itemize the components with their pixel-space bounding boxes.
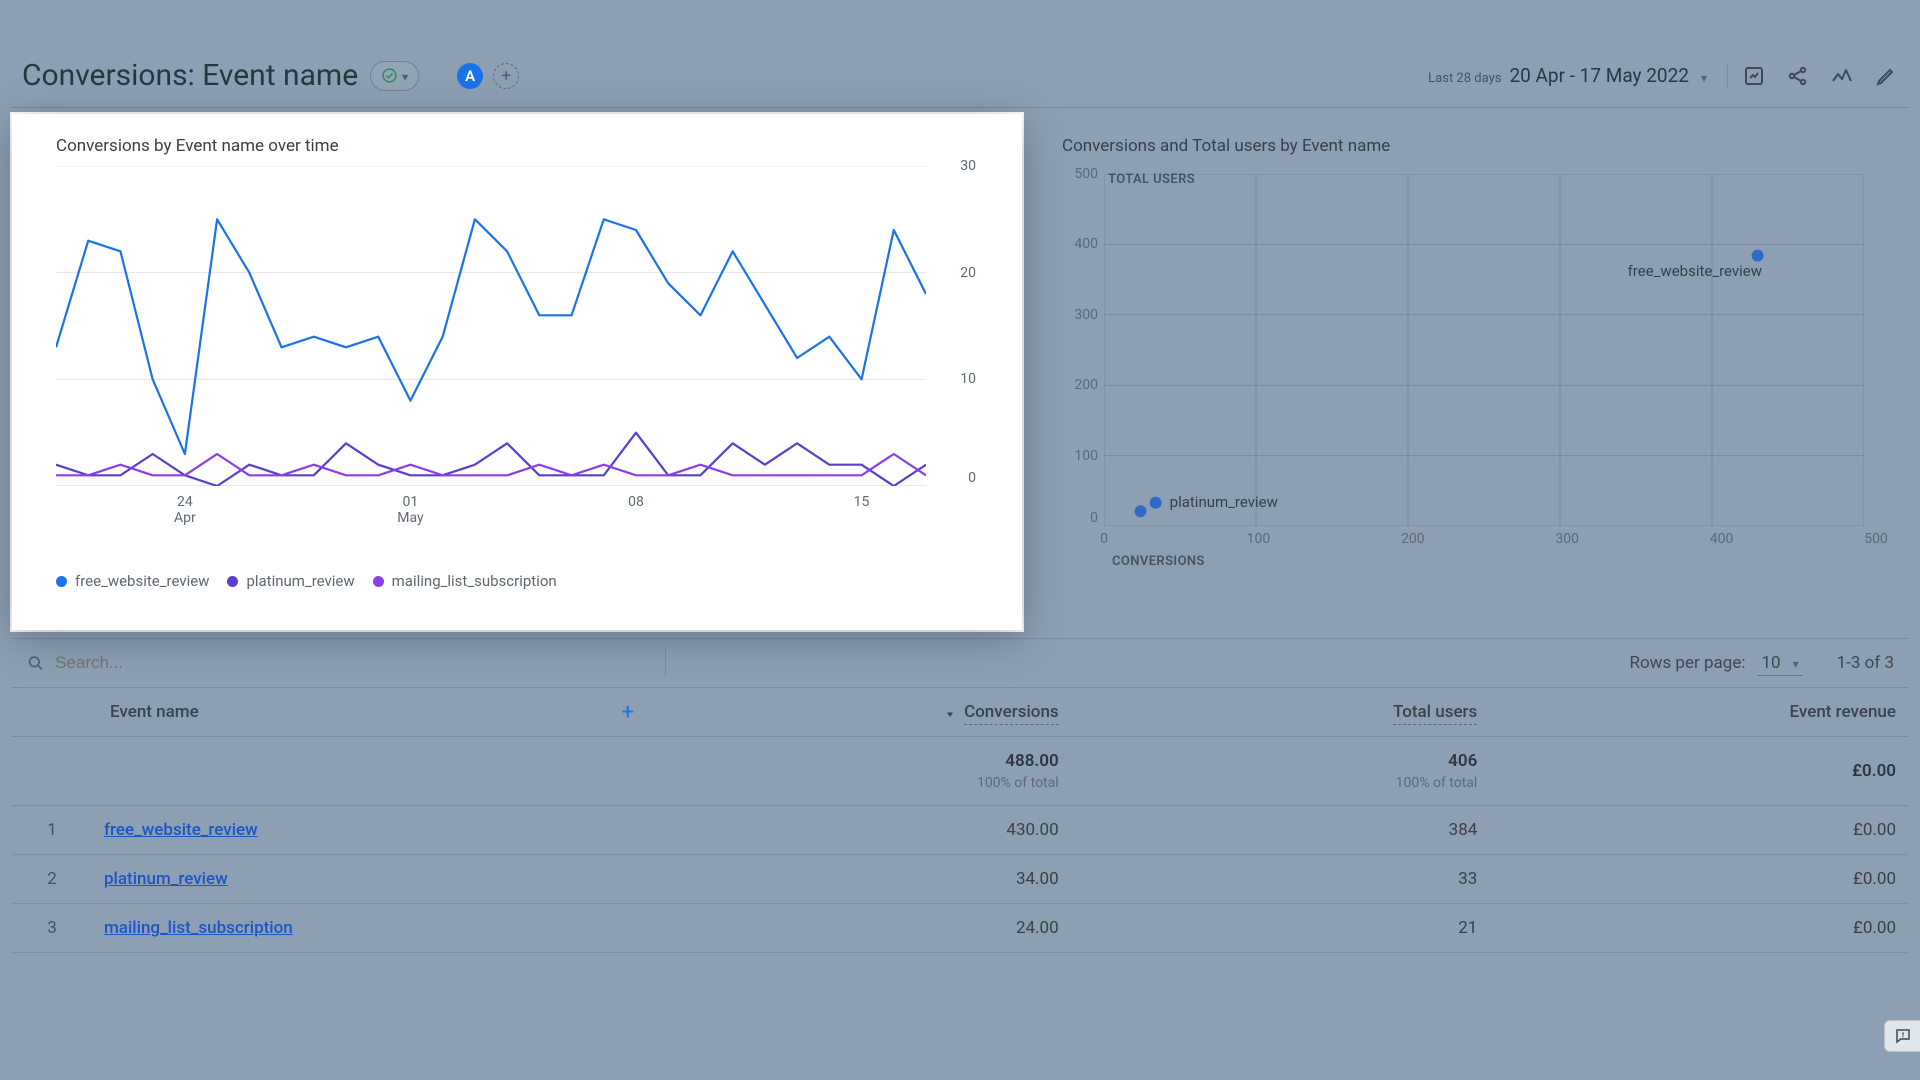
- legend-dot-icon: [373, 576, 384, 587]
- line-chart-plot: [56, 166, 926, 486]
- sort-down-icon: [944, 707, 956, 719]
- scatter-chart-panel: Conversions and Total users by Event nam…: [1022, 114, 1908, 630]
- feedback-icon: [1894, 1027, 1912, 1045]
- legend-item[interactable]: platinum_review: [227, 572, 354, 590]
- report-title: Conversions: Event name: [22, 58, 358, 93]
- cell-conversions: 24.00: [652, 904, 1071, 953]
- event-link[interactable]: free_website_review: [104, 820, 258, 840]
- scatter-point-label: platinum_review: [1170, 493, 1278, 511]
- scatter-x-title: CONVERSIONS: [1112, 554, 1205, 569]
- report-header: Conversions: Event name A + Last 28 days…: [12, 48, 1908, 108]
- row-index: 1: [12, 806, 92, 855]
- table-search[interactable]: [26, 649, 666, 677]
- table-row[interactable]: 3 mailing_list_subscription 24.0021£0.00: [12, 904, 1908, 953]
- cell-conversions: 430.00: [652, 806, 1071, 855]
- cell-users: 33: [1071, 855, 1490, 904]
- cell-revenue: £0.00: [1489, 806, 1908, 855]
- column-header-revenue[interactable]: Event revenue: [1489, 688, 1908, 737]
- cell-conversions: 34.00: [652, 855, 1071, 904]
- rows-per-page-label: Rows per page:: [1630, 653, 1746, 673]
- data-table: Event name + Conversions Total users Eve…: [12, 688, 1908, 953]
- column-header-conversions[interactable]: Conversions: [652, 688, 1071, 737]
- scatter-y-axis: 500400300 2001000: [1062, 174, 1102, 526]
- totals-row: 488.00100% of total 406100% of total £0.…: [12, 737, 1908, 806]
- line-chart-y-axis: 30 20 10 0: [940, 166, 976, 486]
- legend-item[interactable]: free_website_review: [56, 572, 209, 590]
- legend-label: mailing_list_subscription: [392, 572, 557, 590]
- line-chart-title: Conversions by Event name over time: [56, 136, 990, 156]
- check-circle-icon: [381, 67, 398, 84]
- filter-status-chip[interactable]: [370, 61, 419, 91]
- date-range-prefix: Last 28 days: [1428, 71, 1501, 86]
- legend-dot-icon: [227, 576, 238, 587]
- rows-per-page-select[interactable]: 10: [1757, 651, 1802, 676]
- event-link[interactable]: platinum_review: [104, 869, 228, 889]
- scatter-chart-plot: [1104, 174, 1864, 526]
- table-row[interactable]: 1 free_website_review 430.00384£0.00: [12, 806, 1908, 855]
- column-header-event[interactable]: Event name: [110, 702, 199, 722]
- add-dimension-button[interactable]: +: [622, 700, 634, 725]
- line-chart-panel: Conversions by Event name over time 30 2…: [12, 114, 1022, 630]
- edit-icon[interactable]: [1874, 64, 1898, 88]
- scatter-chart-title: Conversions and Total users by Event nam…: [1062, 136, 1876, 156]
- rows-per-page-value: 10: [1761, 653, 1780, 673]
- legend-dot-icon: [56, 576, 67, 587]
- plus-icon: +: [501, 66, 511, 86]
- search-input[interactable]: [55, 653, 665, 673]
- column-header-users[interactable]: Total users: [1071, 688, 1490, 737]
- chevron-down-icon: [1789, 653, 1799, 673]
- cell-users: 21: [1071, 904, 1490, 953]
- cell-revenue: £0.00: [1489, 855, 1908, 904]
- legend-label: free_website_review: [75, 572, 209, 590]
- line-chart: 30 20 10 0 24Apr01May0815: [56, 166, 976, 514]
- table-row[interactable]: 2 platinum_review 34.0033£0.00: [12, 855, 1908, 904]
- line-chart-legend: free_website_review platinum_review mail…: [56, 572, 990, 590]
- date-range-value: 20 Apr - 17 May 2022: [1509, 64, 1689, 87]
- chevron-down-icon: [1697, 67, 1707, 87]
- legend-label: platinum_review: [246, 572, 354, 590]
- scatter-x-axis: 0100200 300400500: [1104, 531, 1876, 551]
- customize-report-icon[interactable]: [1742, 64, 1766, 88]
- cell-revenue: £0.00: [1489, 904, 1908, 953]
- cell-users: 384: [1071, 806, 1490, 855]
- search-icon: [26, 653, 45, 673]
- feedback-button[interactable]: [1884, 1020, 1920, 1052]
- data-table-section: Rows per page: 10 1-3 of 3 Event name +: [12, 638, 1908, 953]
- pagination-range: 1-3 of 3: [1837, 653, 1894, 673]
- date-range-picker[interactable]: Last 28 days 20 Apr - 17 May 2022: [1428, 64, 1707, 87]
- legend-item[interactable]: mailing_list_subscription: [373, 572, 557, 590]
- event-link[interactable]: mailing_list_subscription: [104, 918, 293, 938]
- row-index: 3: [12, 904, 92, 953]
- chevron-down-icon: [398, 66, 408, 86]
- row-index: 2: [12, 855, 92, 904]
- segment-badge[interactable]: A: [457, 63, 483, 89]
- share-icon[interactable]: [1786, 64, 1810, 88]
- scatter-point-label: free_website_review: [1628, 262, 1762, 280]
- insights-icon[interactable]: [1830, 64, 1854, 88]
- add-segment-button[interactable]: +: [493, 63, 519, 89]
